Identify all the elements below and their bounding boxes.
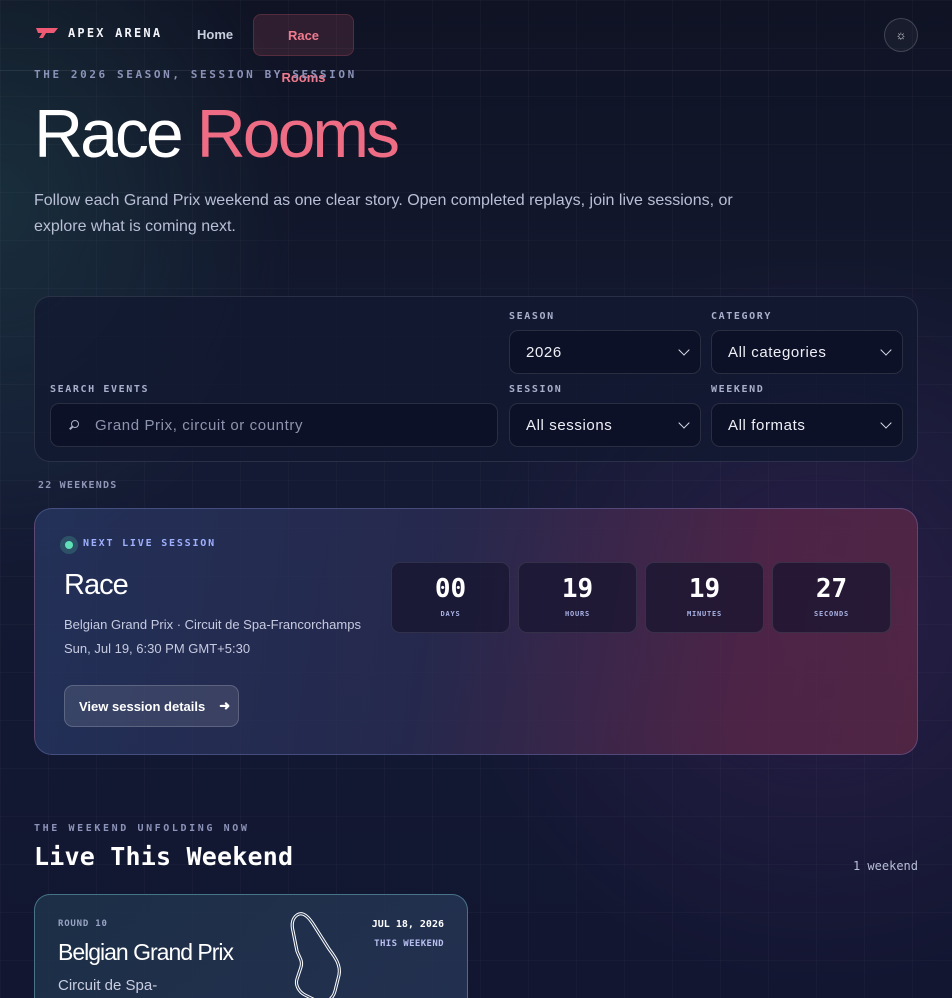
live-section-eyebrow: THE WEEKEND UNFOLDING NOW: [34, 823, 250, 834]
event-date: JUL 18, 2026: [371, 919, 444, 930]
countdown-days-value: 00: [434, 574, 467, 604]
event-circuit: Circuit de Spa-: [58, 977, 158, 994]
view-session-details-label: View session details: [79, 698, 206, 714]
season-value: 2026: [526, 343, 562, 361]
page-title-part2: Rooms: [196, 96, 400, 172]
chevron-down-icon: [678, 344, 690, 356]
live-section-count: 1 weekend: [852, 859, 918, 873]
brand-logo[interactable]: APEX ARENA: [34, 26, 162, 40]
next-session-card: NEXT LIVE SESSION Race Belgian Grand Pri…: [34, 508, 918, 755]
event-round: ROUND 10: [58, 919, 108, 929]
countdown: 00 DAYS 19 HOURS 19 MINUTES 27 SECONDS: [391, 562, 891, 633]
category-label: CATEGORY: [711, 311, 772, 322]
brand-name: APEX ARENA: [68, 26, 163, 40]
brand-mark-icon: [36, 28, 58, 38]
session-select[interactable]: All sessions: [509, 403, 701, 447]
season-select[interactable]: 2026: [509, 330, 701, 374]
countdown-minutes-value: 19: [688, 574, 721, 604]
view-session-details-button[interactable]: View session details ➜: [64, 685, 239, 727]
search-input[interactable]: Grand Prix, circuit or country: [50, 403, 498, 447]
chevron-down-icon: [880, 417, 892, 429]
event-status-badge: THIS WEEKEND: [374, 939, 444, 949]
countdown-days-label: DAYS: [440, 610, 461, 618]
results-count: 22 WEEKENDS: [38, 480, 118, 491]
nav-link-race-rooms[interactable]: Race Rooms: [253, 14, 354, 85]
theme-toggle-button[interactable]: ☼: [884, 18, 918, 52]
session-label: SESSION: [509, 384, 563, 395]
category-select[interactable]: All categories: [711, 330, 903, 374]
weekend-select[interactable]: All formats: [711, 403, 903, 447]
circuit-map-icon: [290, 912, 341, 998]
event-card[interactable]: ROUND 10 Belgian Grand Prix Circuit de S…: [34, 894, 468, 998]
filter-panel: SEASON 2026 CATEGORY All categories SEAR…: [34, 296, 918, 462]
event-name: Belgian Grand Prix: [58, 939, 234, 965]
countdown-minutes: 19 MINUTES: [645, 562, 764, 633]
countdown-seconds: 27 SECONDS: [772, 562, 891, 633]
countdown-hours: 19 HOURS: [518, 562, 637, 633]
sun-icon: ☼: [895, 28, 907, 42]
countdown-days: 00 DAYS: [391, 562, 510, 633]
countdown-minutes-label: MINUTES: [686, 610, 723, 618]
nav-link-home[interactable]: Home: [185, 14, 245, 56]
category-value: All categories: [728, 343, 827, 361]
page-title-part1: Race: [34, 96, 184, 172]
countdown-seconds-value: 27: [815, 574, 848, 604]
countdown-hours-value: 19: [561, 574, 594, 604]
top-nav: APEX ARENA Home Race Rooms ☼: [0, 0, 952, 85]
next-session-eyebrow: NEXT LIVE SESSION: [83, 538, 216, 549]
session-value: All sessions: [526, 416, 613, 434]
countdown-hours-label: HOURS: [564, 610, 591, 618]
weekend-label: WEEKEND: [711, 384, 765, 395]
live-indicator-icon: [60, 536, 78, 554]
page-description: Follow each Grand Prix weekend as one cl…: [34, 192, 733, 235]
chevron-down-icon: [880, 344, 892, 356]
next-session-time: Sun, Jul 19, 6:30 PM GMT+5:30: [64, 641, 251, 656]
hero-eyebrow: THE 2026 SEASON, SESSION BY SESSION: [34, 68, 357, 81]
next-session-event: Belgian Grand Prix · Circuit de Spa-Fran…: [64, 617, 361, 632]
next-session-title: Race: [64, 569, 129, 601]
chevron-down-icon: [678, 417, 690, 429]
weekend-value: All formats: [728, 416, 806, 434]
arrow-right-icon: ➜: [219, 698, 231, 713]
page-title: Race Rooms: [34, 94, 400, 174]
search-placeholder: Grand Prix, circuit or country: [95, 416, 304, 434]
season-label: SEASON: [509, 311, 555, 322]
search-icon: [67, 418, 81, 432]
search-label: SEARCH EVENTS: [50, 384, 150, 395]
countdown-seconds-label: SECONDS: [813, 610, 850, 618]
live-section-title: Live This Weekend: [34, 842, 294, 871]
